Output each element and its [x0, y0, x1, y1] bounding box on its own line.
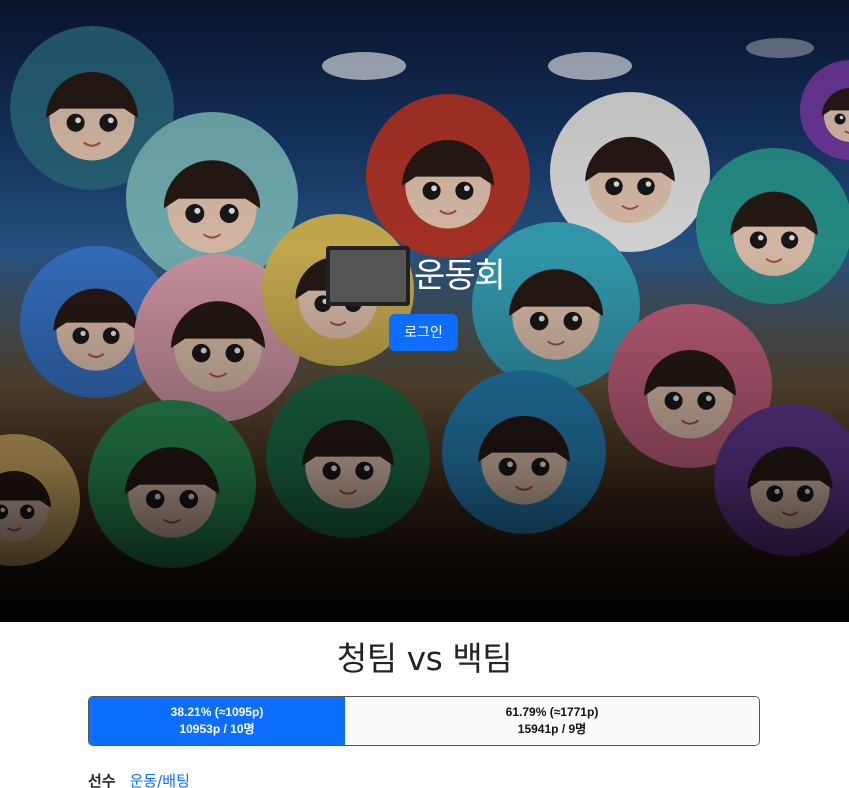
login-button[interactable]: 로그인: [389, 314, 458, 351]
blue-team-percent: 38.21% (≈1095p): [170, 705, 264, 719]
tab-events-betting[interactable]: 운동/배팅: [130, 770, 190, 788]
matchup-title: 청팀 vs 백팀: [336, 639, 513, 678]
hero-title: 운동회: [414, 256, 506, 296]
page-frame: 운동회 로그인 청팀 vs 백팀 38.21% (≈1095p) 10953p …: [0, 0, 849, 788]
white-team-detail: 15941p / 9명: [517, 722, 587, 736]
section-tabs: 선수 운동/배팅: [88, 770, 190, 788]
white-team-segment: 61.79% (≈1771p) 15941p / 9명: [345, 697, 759, 745]
hero-banner: 운동회 로그인: [0, 0, 849, 622]
white-team-percent: 61.79% (≈1771p): [505, 705, 599, 719]
hero-overlay: [0, 0, 849, 622]
team-score-bar: 38.21% (≈1095p) 10953p / 10명 61.79% (≈17…: [88, 696, 760, 746]
redacted-logo: [326, 246, 410, 306]
blue-team-segment: 38.21% (≈1095p) 10953p / 10명: [89, 697, 345, 745]
tab-players[interactable]: 선수: [88, 770, 116, 788]
blue-team-detail: 10953p / 10명: [179, 722, 255, 736]
